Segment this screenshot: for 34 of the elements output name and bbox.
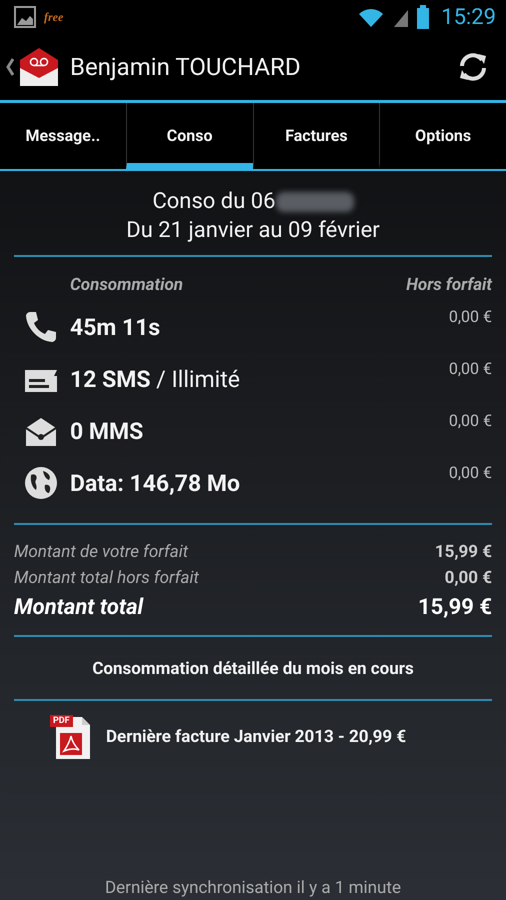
usage-value: 0 MMS [70,418,144,444]
image-icon [14,6,36,28]
tab[interactable]: Factures [252,103,380,169]
usage-value: Data: 146,78 Mo [70,470,242,496]
tab[interactable]: Options [379,103,506,169]
total-value: 15,99 € [434,541,492,564]
column-header: Consommation [70,275,183,295]
invoice-link[interactable]: Dernière facture Janvier 2013 - 20,99 € [106,727,406,747]
usage-value: 12 SMS / Illimité [70,366,241,392]
extra-cost: 0,00 € [448,462,492,482]
usage-value: 45m 11s [70,314,162,340]
total-label: Montant de votre forfait [14,541,188,564]
sync-status: Dernière synchronisation il y a 1 minute [104,878,402,900]
total-label: Montant total hors forfait [14,567,199,590]
extra-cost: 0,00 € [448,410,492,430]
column-header: Hors forfait [406,275,492,295]
phone-icon [24,310,58,344]
globe-icon [24,466,58,500]
app-title: Benjamin TOUCHARD [70,53,301,81]
detail-link[interactable]: Consommation détaillée du mois en cours [92,659,414,679]
tab[interactable]: Message.. [0,103,126,169]
total-value: 0,00 € [444,567,492,590]
notification-text: free [44,10,64,24]
envelope-logo-icon [18,46,60,88]
total-value: 15,99 € [418,594,492,622]
clock-text: 15:29 [441,4,496,30]
extra-cost: 0,00 € [448,358,492,378]
back-caret-icon [6,58,14,76]
wifi-icon [357,6,386,28]
total-label: Montant total [14,594,144,622]
battery-icon [417,5,430,29]
extra-cost: 0,00 € [448,306,492,326]
period-text: Du 21 janvier au 09 février [126,218,380,243]
phone-label: Conso du 06 [152,189,276,214]
